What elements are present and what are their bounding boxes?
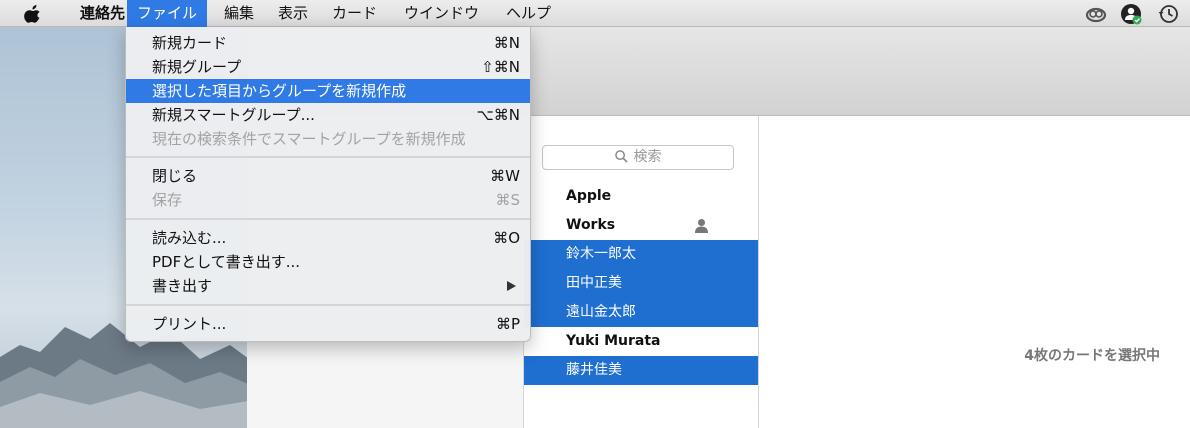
magnifier-icon (614, 150, 628, 163)
menu-item-new-group[interactable]: 新規グループ ⇧⌘N (126, 55, 530, 79)
creative-cloud-icon[interactable] (1085, 3, 1107, 25)
menu-item-shortcut: ⌥⌘N (476, 106, 520, 124)
menu-item-shortcut: ⌘S (495, 191, 520, 209)
contact-name: 田中正美 (566, 275, 622, 291)
contact-name: 鈴木一郎太 (566, 246, 636, 262)
menu-window[interactable]: ウインドウ (394, 0, 489, 27)
menu-item-label: 新規グループ (152, 58, 242, 76)
menu-file[interactable]: ファイル (127, 0, 208, 27)
time-machine-icon[interactable] (1157, 3, 1179, 25)
menu-item-smart-group-from-search: 現在の検索条件でスマートグループを新規作成 (126, 127, 530, 151)
search-placeholder: 検索 (633, 149, 662, 165)
person-icon (695, 219, 708, 233)
menu-item-label: 読み込む... (152, 229, 227, 247)
menu-view[interactable]: 表示 (268, 0, 318, 27)
menu-item-shortcut: ⌘N (493, 34, 520, 52)
card-detail-pane: 4枚のカードを選択中 (759, 116, 1190, 428)
list-header-apple[interactable]: Apple (524, 182, 758, 211)
menu-edit[interactable]: 編集 (214, 0, 264, 27)
menu-item-shortcut: ⌘P (495, 315, 520, 333)
contact-name: 藤井佳美 (566, 362, 622, 378)
menu-app-name[interactable]: 連絡先 (70, 0, 135, 27)
menu-item-label: 新規スマートグループ... (152, 106, 315, 124)
contact-row[interactable]: 藤井佳美 (524, 356, 758, 385)
menu-item-label: プリント... (152, 315, 227, 333)
menu-item-label: 新規カード (152, 34, 228, 52)
menu-item-print[interactable]: プリント... ⌘P (126, 312, 530, 336)
menu-item-close[interactable]: 閉じる ⌘W (126, 164, 530, 188)
menu-item-label: PDFとして書き出す... (152, 253, 301, 271)
menu-item-export-pdf[interactable]: PDFとして書き出す... (126, 250, 530, 274)
contact-name: Apple (566, 188, 612, 204)
contact-name: Works (566, 217, 616, 233)
menu-item-new-smart-group[interactable]: 新規スマートグループ... ⌥⌘N (126, 103, 530, 127)
contact-row[interactable]: Yuki Murata (524, 327, 758, 356)
menu-item-export[interactable]: 書き出す (126, 274, 530, 298)
apple-logo-icon[interactable] (24, 4, 42, 23)
search-field[interactable]: 検索 (542, 145, 734, 170)
menu-item-new-group-from-selection[interactable]: 選択した項目からグループを新規作成 (126, 79, 530, 103)
menu-item-label: 書き出す (152, 277, 213, 295)
menu-help[interactable]: ヘルプ (496, 0, 561, 27)
user-status-icon[interactable] (1120, 3, 1142, 25)
file-menu-dropdown: 新規カード ⌘N 新規グループ ⇧⌘N 選択した項目からグループを新規作成 新規… (125, 27, 531, 342)
contact-row[interactable]: 遠山金太郎 (524, 298, 758, 327)
selection-count: 4枚のカードを選択中 (1024, 348, 1160, 364)
menu-item-import[interactable]: 読み込む... ⌘O (126, 226, 530, 250)
menu-card[interactable]: カード (322, 0, 387, 27)
menu-item-label: 保存 (152, 191, 183, 209)
menu-item-save: 保存 ⌘S (126, 188, 530, 212)
menu-bar: 連絡先 ファイル 編集 表示 カード ウインドウ ヘルプ (0, 0, 1190, 27)
contact-name: 遠山金太郎 (566, 304, 636, 320)
menu-item-label: 現在の検索条件でスマートグループを新規作成 (152, 130, 466, 148)
menu-item-label: 選択した項目からグループを新規作成 (152, 82, 407, 100)
contact-row[interactable]: 田中正美 (524, 269, 758, 298)
submenu-arrow-icon (507, 281, 516, 291)
menu-item-shortcut: ⇧⌘N (481, 58, 520, 76)
menu-separator (126, 218, 530, 220)
menu-item-shortcut: ⌘O (493, 229, 520, 247)
contact-row[interactable]: 鈴木一郎太 (524, 240, 758, 269)
menu-item-label: 閉じる (152, 167, 198, 185)
contact-name: Yuki Murata (566, 333, 661, 349)
menu-item-new-card[interactable]: 新規カード ⌘N (126, 31, 530, 55)
menu-separator (126, 156, 530, 158)
menu-separator (126, 304, 530, 306)
list-header-works[interactable]: Works (524, 211, 758, 240)
menu-item-shortcut: ⌘W (490, 167, 520, 185)
contact-list: 検索 Apple Works 鈴木一郎太 田中正美 遠山金太郎 Yuki Mur… (524, 116, 759, 428)
